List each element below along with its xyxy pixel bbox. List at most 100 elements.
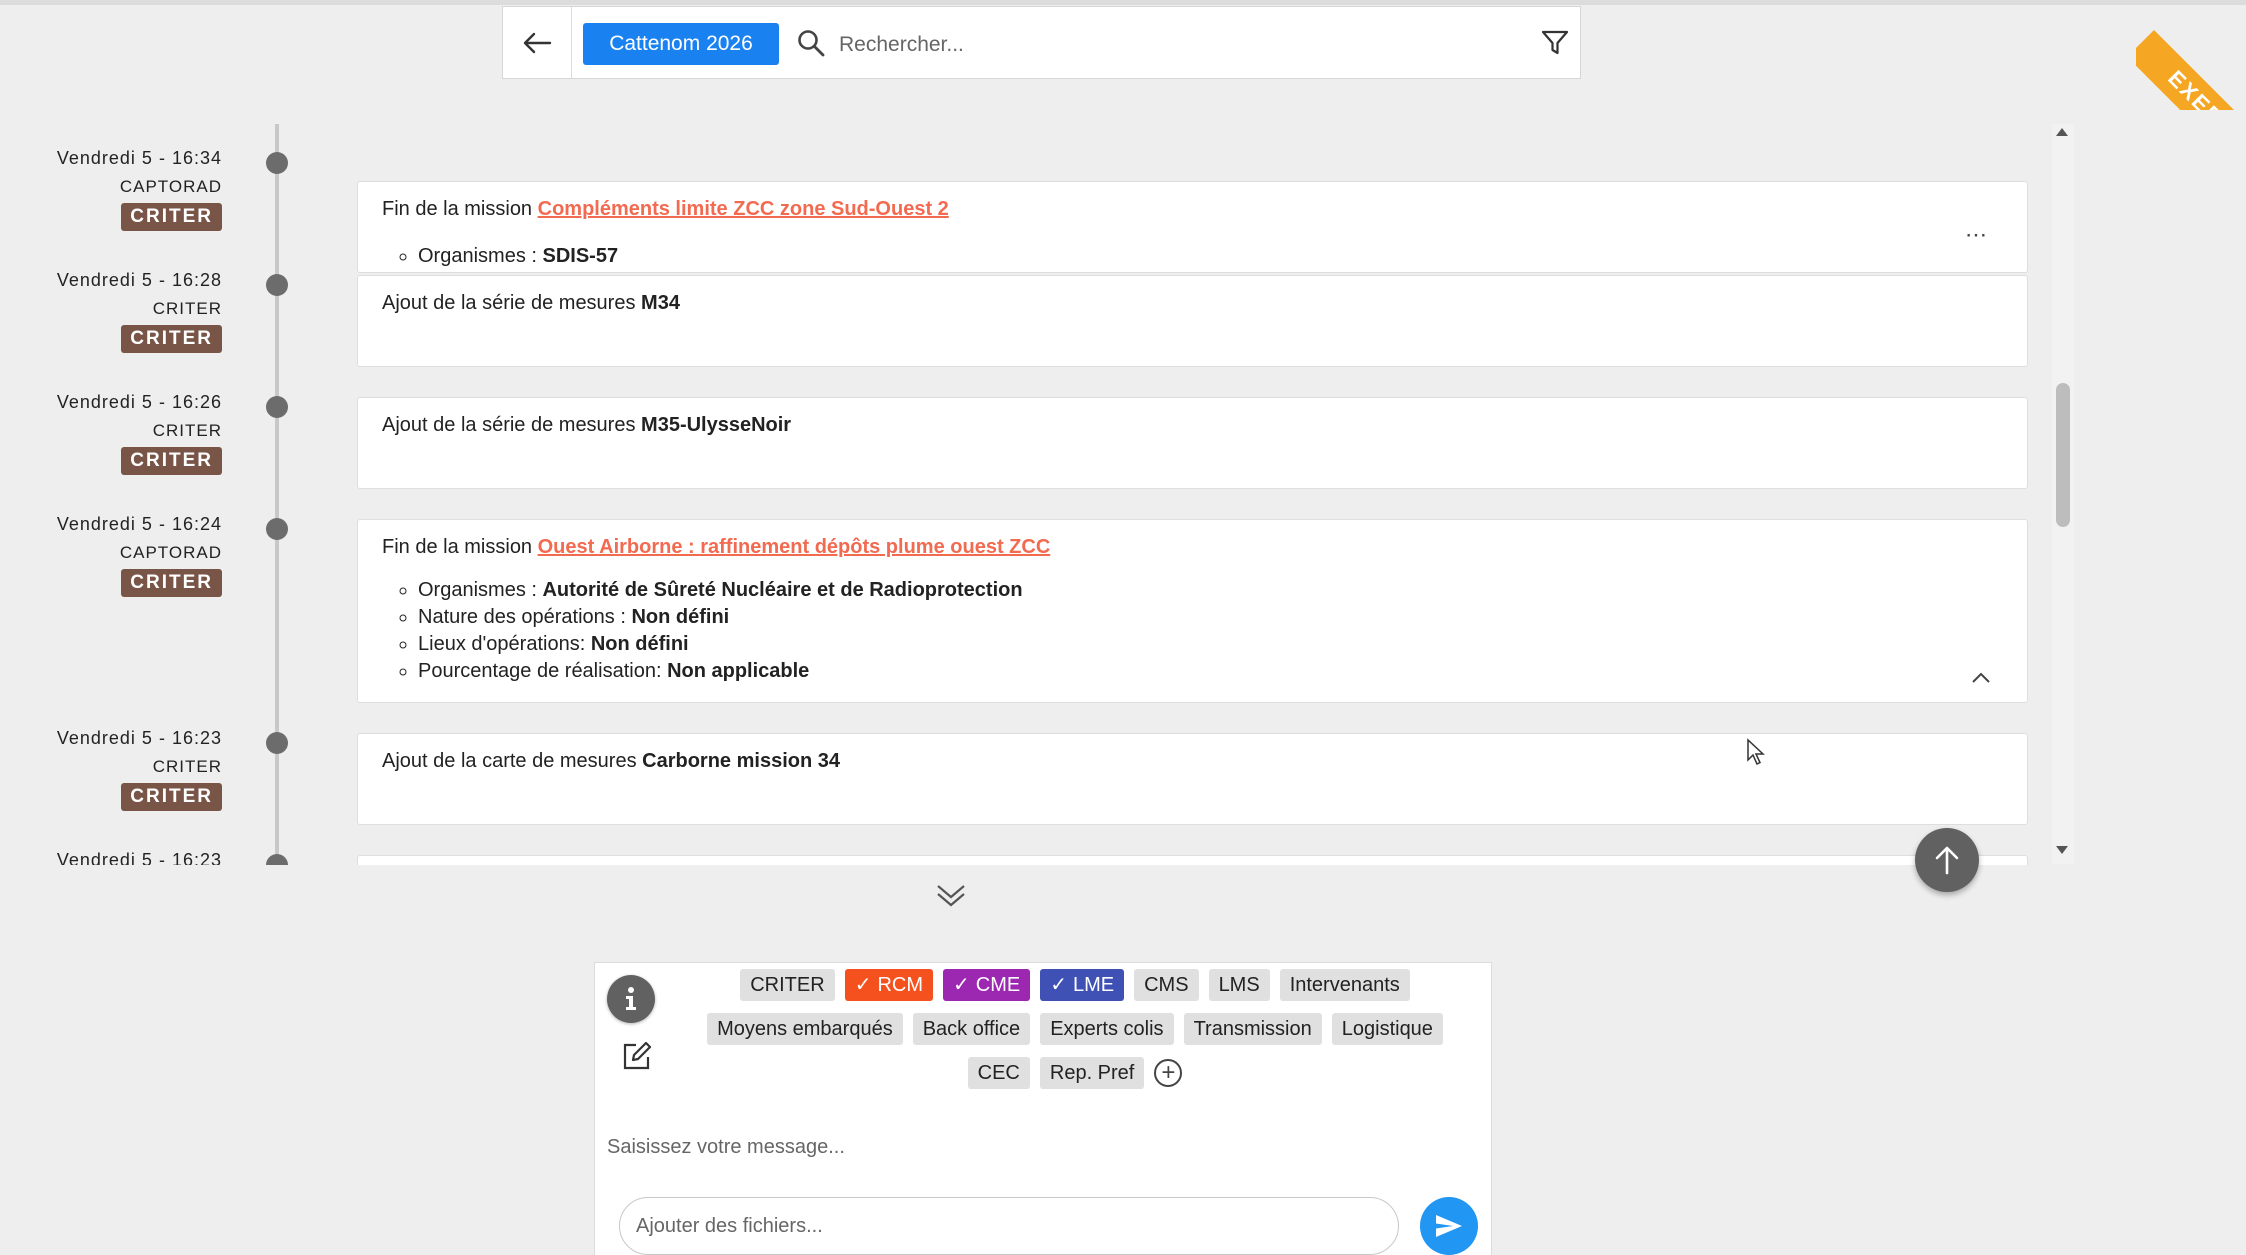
tag-label: Experts colis (1050, 1018, 1164, 1040)
tag-label: CME (975, 974, 1021, 996)
detail-item: Pourcentage de réalisation: Non applicab… (418, 658, 2003, 685)
tag-logistique[interactable]: Logistique (1331, 1013, 1443, 1045)
entry-source: CRITER (152, 421, 222, 440)
entry-meta: Vendredi 5 - 16:23 (0, 850, 222, 865)
tag-label: Moyens embarqués (717, 1018, 893, 1040)
tag-lms[interactable]: LMS (1208, 969, 1270, 1001)
mission-link[interactable]: Ouest Airborne : raffinement dépôts plum… (538, 536, 1051, 558)
check-icon: ✓ (854, 974, 872, 996)
detail-item: Nature des opérations : Non défini (418, 604, 2003, 631)
detail-label: Organismes : (418, 245, 543, 267)
tag-rcm[interactable]: ✓ RCM (844, 969, 933, 1001)
double-chevron-down-icon[interactable] (936, 882, 966, 908)
tag-rep-pref[interactable]: Rep. Pref (1039, 1057, 1145, 1089)
timeline-dot (266, 396, 288, 418)
scroll-to-top-button[interactable] (1915, 828, 1979, 892)
tag-moyens-embarques[interactable]: Moyens embarqués (707, 1013, 903, 1045)
entry-meta: Vendredi 5 - 16:24 CAPTORAD CRITER (0, 514, 222, 597)
entry-meta: Vendredi 5 - 16:28 CRITER CRITER (0, 270, 222, 353)
tag-label: Rep. Pref (1049, 1062, 1135, 1084)
detail-value: Autorité de Sûreté Nucléaire et de Radio… (542, 579, 1023, 601)
source-badge: CRITER (121, 783, 222, 811)
ribbon-label: EXERCICE (2136, 30, 2246, 110)
event-object: Carborne mission 34 (642, 750, 840, 772)
attach-files-field[interactable]: Ajouter des fichiers... (619, 1197, 1399, 1255)
detail-item: Lieux d'opérations: Non défini (418, 631, 2003, 658)
tag-transmission[interactable]: Transmission (1183, 1013, 1322, 1045)
detail-item: Organismes : Autorité de Sûreté Nucléair… (418, 577, 2003, 604)
message-input[interactable] (605, 1128, 1469, 1166)
detail-list: Organismes : SDIS-57 (382, 243, 2003, 270)
tag-label: Logistique (1341, 1018, 1433, 1040)
entry-source: CAPTORAD (119, 543, 222, 562)
event-card: Ajout de la série de mesures M34 (357, 275, 2028, 367)
send-button[interactable] (1420, 1197, 1478, 1255)
scroll-up-arrow[interactable] (2056, 128, 2068, 136)
source-badge: CRITER (121, 203, 222, 231)
entry-date: Vendredi 5 - 16:34 (56, 148, 222, 168)
tag-label: Intervenants (1289, 974, 1400, 996)
top-border (0, 0, 2246, 5)
event-card (357, 855, 2028, 865)
tag-lme[interactable]: ✓ LME (1040, 969, 1125, 1001)
event-text: Fin de la mission (382, 536, 538, 558)
tag-label: LMS (1218, 974, 1260, 996)
event-text: Ajout de la série de mesures (382, 414, 642, 436)
chevron-up-icon[interactable] (1971, 672, 1991, 684)
tag-label: CMS (1144, 974, 1189, 996)
filter-icon[interactable] (1541, 29, 1569, 57)
event-object: M35-UlysseNoir (641, 414, 792, 436)
mouse-cursor-icon (1747, 738, 1765, 766)
add-tag-icon[interactable]: + (1154, 1059, 1183, 1087)
recipient-tags: CRITER ✓ RCM ✓ CME ✓ LME CMS LMS Intervenan… (690, 969, 1460, 1101)
detail-label: Pourcentage de réalisation: (418, 660, 668, 682)
more-options-icon[interactable]: ⋯ (1965, 222, 1987, 248)
entry-date: Vendredi 5 - 16:23 (56, 728, 222, 748)
timeline-dot (266, 854, 288, 865)
tag-label: LME (1072, 974, 1115, 996)
detail-label: Organismes : (418, 579, 543, 601)
event-text: Ajout de la carte de mesures (382, 750, 643, 772)
detail-value: Non défini (631, 606, 730, 628)
entry-meta: Vendredi 5 - 16:26 CRITER CRITER (0, 392, 222, 475)
search-icon (798, 30, 825, 57)
tag-label: CEC (977, 1062, 1020, 1084)
tag-row: CEC Rep. Pref + (690, 1057, 1460, 1089)
detail-list: Organismes : Autorité de Sûreté Nucléair… (382, 577, 2003, 685)
timeline-dot (266, 732, 288, 754)
check-icon: ✓ (953, 974, 970, 996)
tag-label: Transmission (1193, 1018, 1312, 1040)
event-chip[interactable]: Cattenom 2026 (583, 23, 779, 65)
arrow-left-icon (523, 32, 552, 53)
event-card: Fin de la mission Compléments limite ZCC… (357, 181, 2028, 273)
tag-experts-colis[interactable]: Experts colis (1040, 1013, 1174, 1045)
tag-intervenants[interactable]: Intervenants (1279, 969, 1410, 1001)
event-text: Ajout de la série de mesures (382, 292, 642, 314)
edit-icon[interactable] (622, 1041, 652, 1071)
check-icon: ✓ (1050, 974, 1067, 996)
event-object: M34 (641, 292, 680, 314)
tag-label: CRITER (750, 974, 825, 996)
search-bar: Cattenom 2026 (502, 6, 1581, 79)
info-button[interactable] (607, 975, 655, 1023)
scroll-thumb[interactable] (2056, 383, 2070, 527)
detail-value: Non applicable (667, 660, 810, 682)
scroll-down-arrow[interactable] (2056, 846, 2068, 854)
tag-cms[interactable]: CMS (1134, 969, 1199, 1001)
arrow-up-icon (1935, 846, 1959, 875)
entry-source: CRITER (152, 299, 222, 318)
detail-label: Nature des opérations : (418, 606, 632, 628)
tag-label: RCM (877, 974, 923, 996)
back-button[interactable] (503, 7, 572, 78)
tag-back-office[interactable]: Back office (912, 1013, 1031, 1045)
mission-link[interactable]: Compléments limite ZCC zone Sud-Ouest 2 (538, 198, 949, 220)
detail-value: SDIS-57 (542, 245, 619, 267)
source-badge: CRITER (121, 569, 222, 597)
event-text: Fin de la mission (382, 198, 538, 220)
tag-cec[interactable]: CEC (967, 1057, 1030, 1089)
source-badge: CRITER (121, 325, 222, 353)
tag-cme[interactable]: ✓ CME (943, 969, 1031, 1001)
tag-criter[interactable]: CRITER (740, 969, 835, 1001)
search-input[interactable] (837, 24, 1481, 66)
tag-row: CRITER ✓ RCM ✓ CME ✓ LME CMS LMS Intervenan… (690, 969, 1460, 1001)
